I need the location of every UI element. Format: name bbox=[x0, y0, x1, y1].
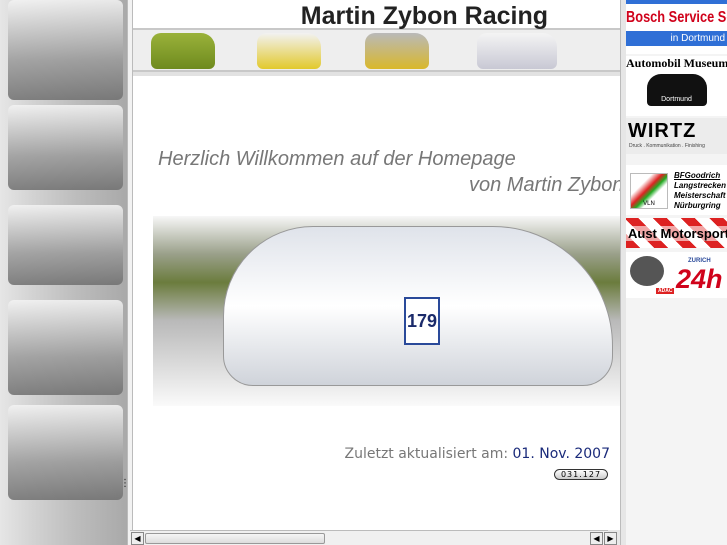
resize-grip-icon[interactable]: ⋮ bbox=[120, 478, 127, 489]
helmet-photo bbox=[8, 0, 123, 100]
vln-logo: VLN bbox=[630, 173, 668, 209]
car-number: 179 bbox=[404, 297, 440, 345]
sponsor-sub: in Dortmund bbox=[626, 31, 727, 46]
arrow-left-icon[interactable]: ◀ bbox=[131, 532, 144, 545]
sponsor-bosch[interactable]: Bosch Service Schröder in Dortmund bbox=[626, 0, 727, 54]
last-updated: Zuletzt aktualisiert am: 01. Nov. 2007 bbox=[344, 446, 610, 462]
sponsor-name: Aust Motorsport bbox=[626, 226, 727, 241]
race-car-photo bbox=[8, 205, 123, 285]
sponsor-automobil-museum[interactable]: Automobil Museum Dortmund bbox=[626, 56, 727, 116]
sponsor-aust-motorsport[interactable]: Aust Motorsport bbox=[626, 218, 727, 248]
car-thumbnail-white-yellow[interactable] bbox=[257, 33, 321, 69]
car-thumbnail-silver-yellow[interactable] bbox=[365, 33, 429, 69]
car-thumbnails bbox=[133, 30, 620, 72]
content-area: Herzlich Willkommen auf der Homepage von… bbox=[133, 72, 624, 528]
welcome-line-2: von Martin Zybon bbox=[469, 174, 624, 196]
race-car-photo bbox=[8, 105, 123, 190]
visitor-counter: 031.127 bbox=[554, 469, 608, 480]
left-photo-strip: ⋮ bbox=[0, 0, 127, 545]
welcome-line-1: Herzlich Willkommen auf der Homepage bbox=[158, 148, 516, 170]
bmw-race-car: 179 bbox=[223, 226, 613, 386]
sponsor-sub: Langstrecken Meisterschaft Nürburgring bbox=[674, 181, 727, 210]
race-car-photo bbox=[8, 300, 123, 395]
last-updated-date: 01. Nov. 2007 bbox=[512, 446, 610, 462]
sponsor-name: 24h bbox=[676, 264, 723, 294]
car-thumbnail-green[interactable] bbox=[151, 33, 215, 69]
sponsor-24h[interactable]: ZURICH 24h ADAC bbox=[626, 252, 727, 298]
sponsor-column: Bosch Service Schröder in Dortmund Autom… bbox=[626, 0, 727, 545]
sponsor-vln[interactable]: VLN BFGoodrich Langstrecken Meisterschaf… bbox=[626, 165, 727, 215]
sponsor-name: WIRTZ bbox=[628, 120, 697, 142]
last-updated-label: Zuletzt aktualisiert am: bbox=[344, 446, 509, 462]
stopwatch-logo bbox=[630, 256, 664, 286]
hero-race-car-image: 179 bbox=[153, 216, 620, 406]
vintage-car-logo: Dortmund bbox=[646, 74, 707, 106]
sponsor-name: BFGoodrich bbox=[674, 171, 721, 180]
scrollbar-thumb[interactable] bbox=[145, 533, 325, 544]
site-title: Martin Zybon Racing bbox=[133, 0, 620, 30]
driver-photo bbox=[8, 405, 123, 500]
arrow-left-icon[interactable]: ◀ bbox=[590, 532, 603, 545]
arrow-right-icon[interactable]: ▶ bbox=[604, 532, 617, 545]
car-thumbnail-bmw[interactable] bbox=[477, 33, 557, 69]
sponsor-name: Automobil Museum bbox=[626, 56, 727, 70]
main-frame: Martin Zybon Racing Herzlich Willkommen … bbox=[133, 0, 624, 530]
sponsor-name: Bosch Service Schröder bbox=[626, 9, 727, 26]
sponsor-wirtz[interactable]: WIRTZ Druck . Kommunikation . Finishing bbox=[626, 118, 727, 154]
adac-badge: ADAC bbox=[656, 288, 675, 294]
sponsor-sub: Druck . Kommunikation . Finishing bbox=[629, 143, 705, 149]
horizontal-scrollbar[interactable]: ◀ ◀ ▶ bbox=[130, 530, 617, 545]
